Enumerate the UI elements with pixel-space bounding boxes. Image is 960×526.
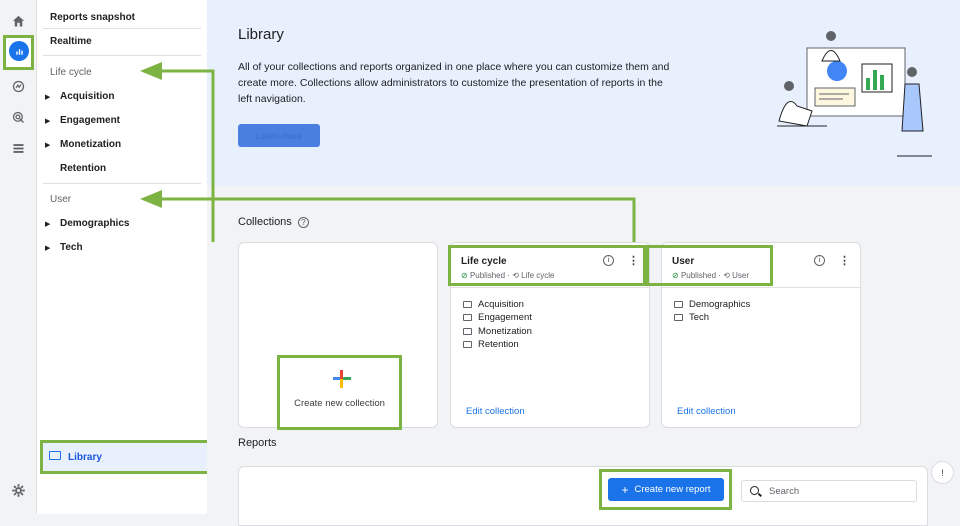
settings-gear-icon[interactable] xyxy=(8,480,28,500)
expand-caret-icon[interactable]: ▶ xyxy=(45,93,50,101)
nav-reports-snapshot[interactable]: Reports snapshot xyxy=(50,12,135,23)
folder-icon xyxy=(674,301,683,309)
nav-item-engagement[interactable]: Engagement xyxy=(60,115,120,126)
info-icon[interactable]: i xyxy=(814,255,825,266)
card-divider xyxy=(451,287,649,288)
create-report-label: Create new report xyxy=(634,484,711,495)
folder-item: Engagement xyxy=(463,311,532,324)
reports-heading: Reports xyxy=(238,437,277,449)
nav-realtime[interactable]: Realtime xyxy=(50,36,92,47)
search-icon xyxy=(750,486,759,495)
side-navigation: Reports snapshot Realtime Life cycle ▶ A… xyxy=(37,0,218,514)
nav-item-retention[interactable]: Retention xyxy=(60,163,106,174)
nav-item-monetization[interactable]: Monetization xyxy=(60,139,121,150)
hero-description: All of your collections and reports orga… xyxy=(238,61,670,105)
folder-item: Monetization xyxy=(463,325,532,338)
configure-icon[interactable] xyxy=(8,138,28,158)
expand-caret-icon[interactable]: ▶ xyxy=(45,141,50,149)
user-header-highlight xyxy=(646,245,773,286)
search-placeholder: Search xyxy=(769,486,800,497)
folder-icon xyxy=(674,314,683,322)
nav-item-tech[interactable]: Tech xyxy=(60,242,83,253)
folder-icon xyxy=(463,327,472,335)
folder-item: Retention xyxy=(463,338,532,351)
create-collection-card[interactable]: Create new collection xyxy=(238,242,438,430)
folder-item: Acquisition xyxy=(463,298,532,311)
expand-caret-icon[interactable]: ▶ xyxy=(45,220,50,228)
plus-icon: + xyxy=(621,482,629,497)
create-new-report-button[interactable]: + Create new report xyxy=(608,478,724,501)
nav-divider xyxy=(43,28,201,29)
library-label: Library xyxy=(68,452,102,463)
collections-title: Collections xyxy=(238,216,292,228)
expand-caret-icon[interactable]: ▶ xyxy=(45,244,50,252)
reports-icon[interactable] xyxy=(9,41,29,61)
home-icon[interactable] xyxy=(8,11,28,31)
folder-icon xyxy=(463,314,472,322)
learn-more-button[interactable]: Learn more xyxy=(238,124,320,147)
folder-item: Demographics xyxy=(674,298,750,311)
search-input[interactable]: Search xyxy=(741,480,917,502)
nav-item-library[interactable]: Library xyxy=(40,440,211,474)
folder-list: Demographics Tech xyxy=(674,298,750,325)
folder-item: Tech xyxy=(674,311,750,324)
create-collection-highlight: Create new collection xyxy=(277,355,402,430)
folder-icon xyxy=(49,451,61,460)
feedback-icon[interactable]: ! xyxy=(931,461,954,484)
library-hero: Library All of your collections and repo… xyxy=(207,0,960,186)
library-main: Collections? Create new collection Life … xyxy=(207,186,960,526)
nav-section-life-cycle[interactable]: Life cycle xyxy=(50,67,92,78)
edit-collection-link[interactable]: Edit collection xyxy=(466,406,525,417)
nav-item-acquisition[interactable]: Acquisition xyxy=(60,91,114,102)
icon-rail xyxy=(0,0,37,514)
expand-caret-icon[interactable]: ▶ xyxy=(45,117,50,125)
nav-divider xyxy=(43,183,201,184)
card-divider xyxy=(662,287,860,288)
folder-icon xyxy=(463,341,472,349)
explore-icon[interactable] xyxy=(8,76,28,96)
more-vert-icon[interactable]: ⋮ xyxy=(839,254,850,267)
nav-divider xyxy=(43,55,201,56)
page-title: Library xyxy=(238,26,284,43)
library-illustration xyxy=(777,31,932,157)
create-report-highlight: + Create new report xyxy=(599,469,732,510)
life-cycle-header-highlight xyxy=(448,245,646,286)
nav-section-user[interactable]: User xyxy=(50,194,71,205)
plus-icon xyxy=(333,370,351,388)
create-collection-label: Create new collection xyxy=(294,398,385,409)
folder-icon xyxy=(463,301,472,309)
help-icon[interactable]: ? xyxy=(297,217,309,228)
edit-collection-link[interactable]: Edit collection xyxy=(677,406,736,417)
nav-item-demographics[interactable]: Demographics xyxy=(60,218,129,229)
collections-heading: Collections? xyxy=(238,216,309,228)
advertising-icon[interactable] xyxy=(8,107,28,127)
reports-nav-highlight xyxy=(3,35,34,70)
folder-list: Acquisition Engagement Monetization Rete… xyxy=(463,298,532,351)
